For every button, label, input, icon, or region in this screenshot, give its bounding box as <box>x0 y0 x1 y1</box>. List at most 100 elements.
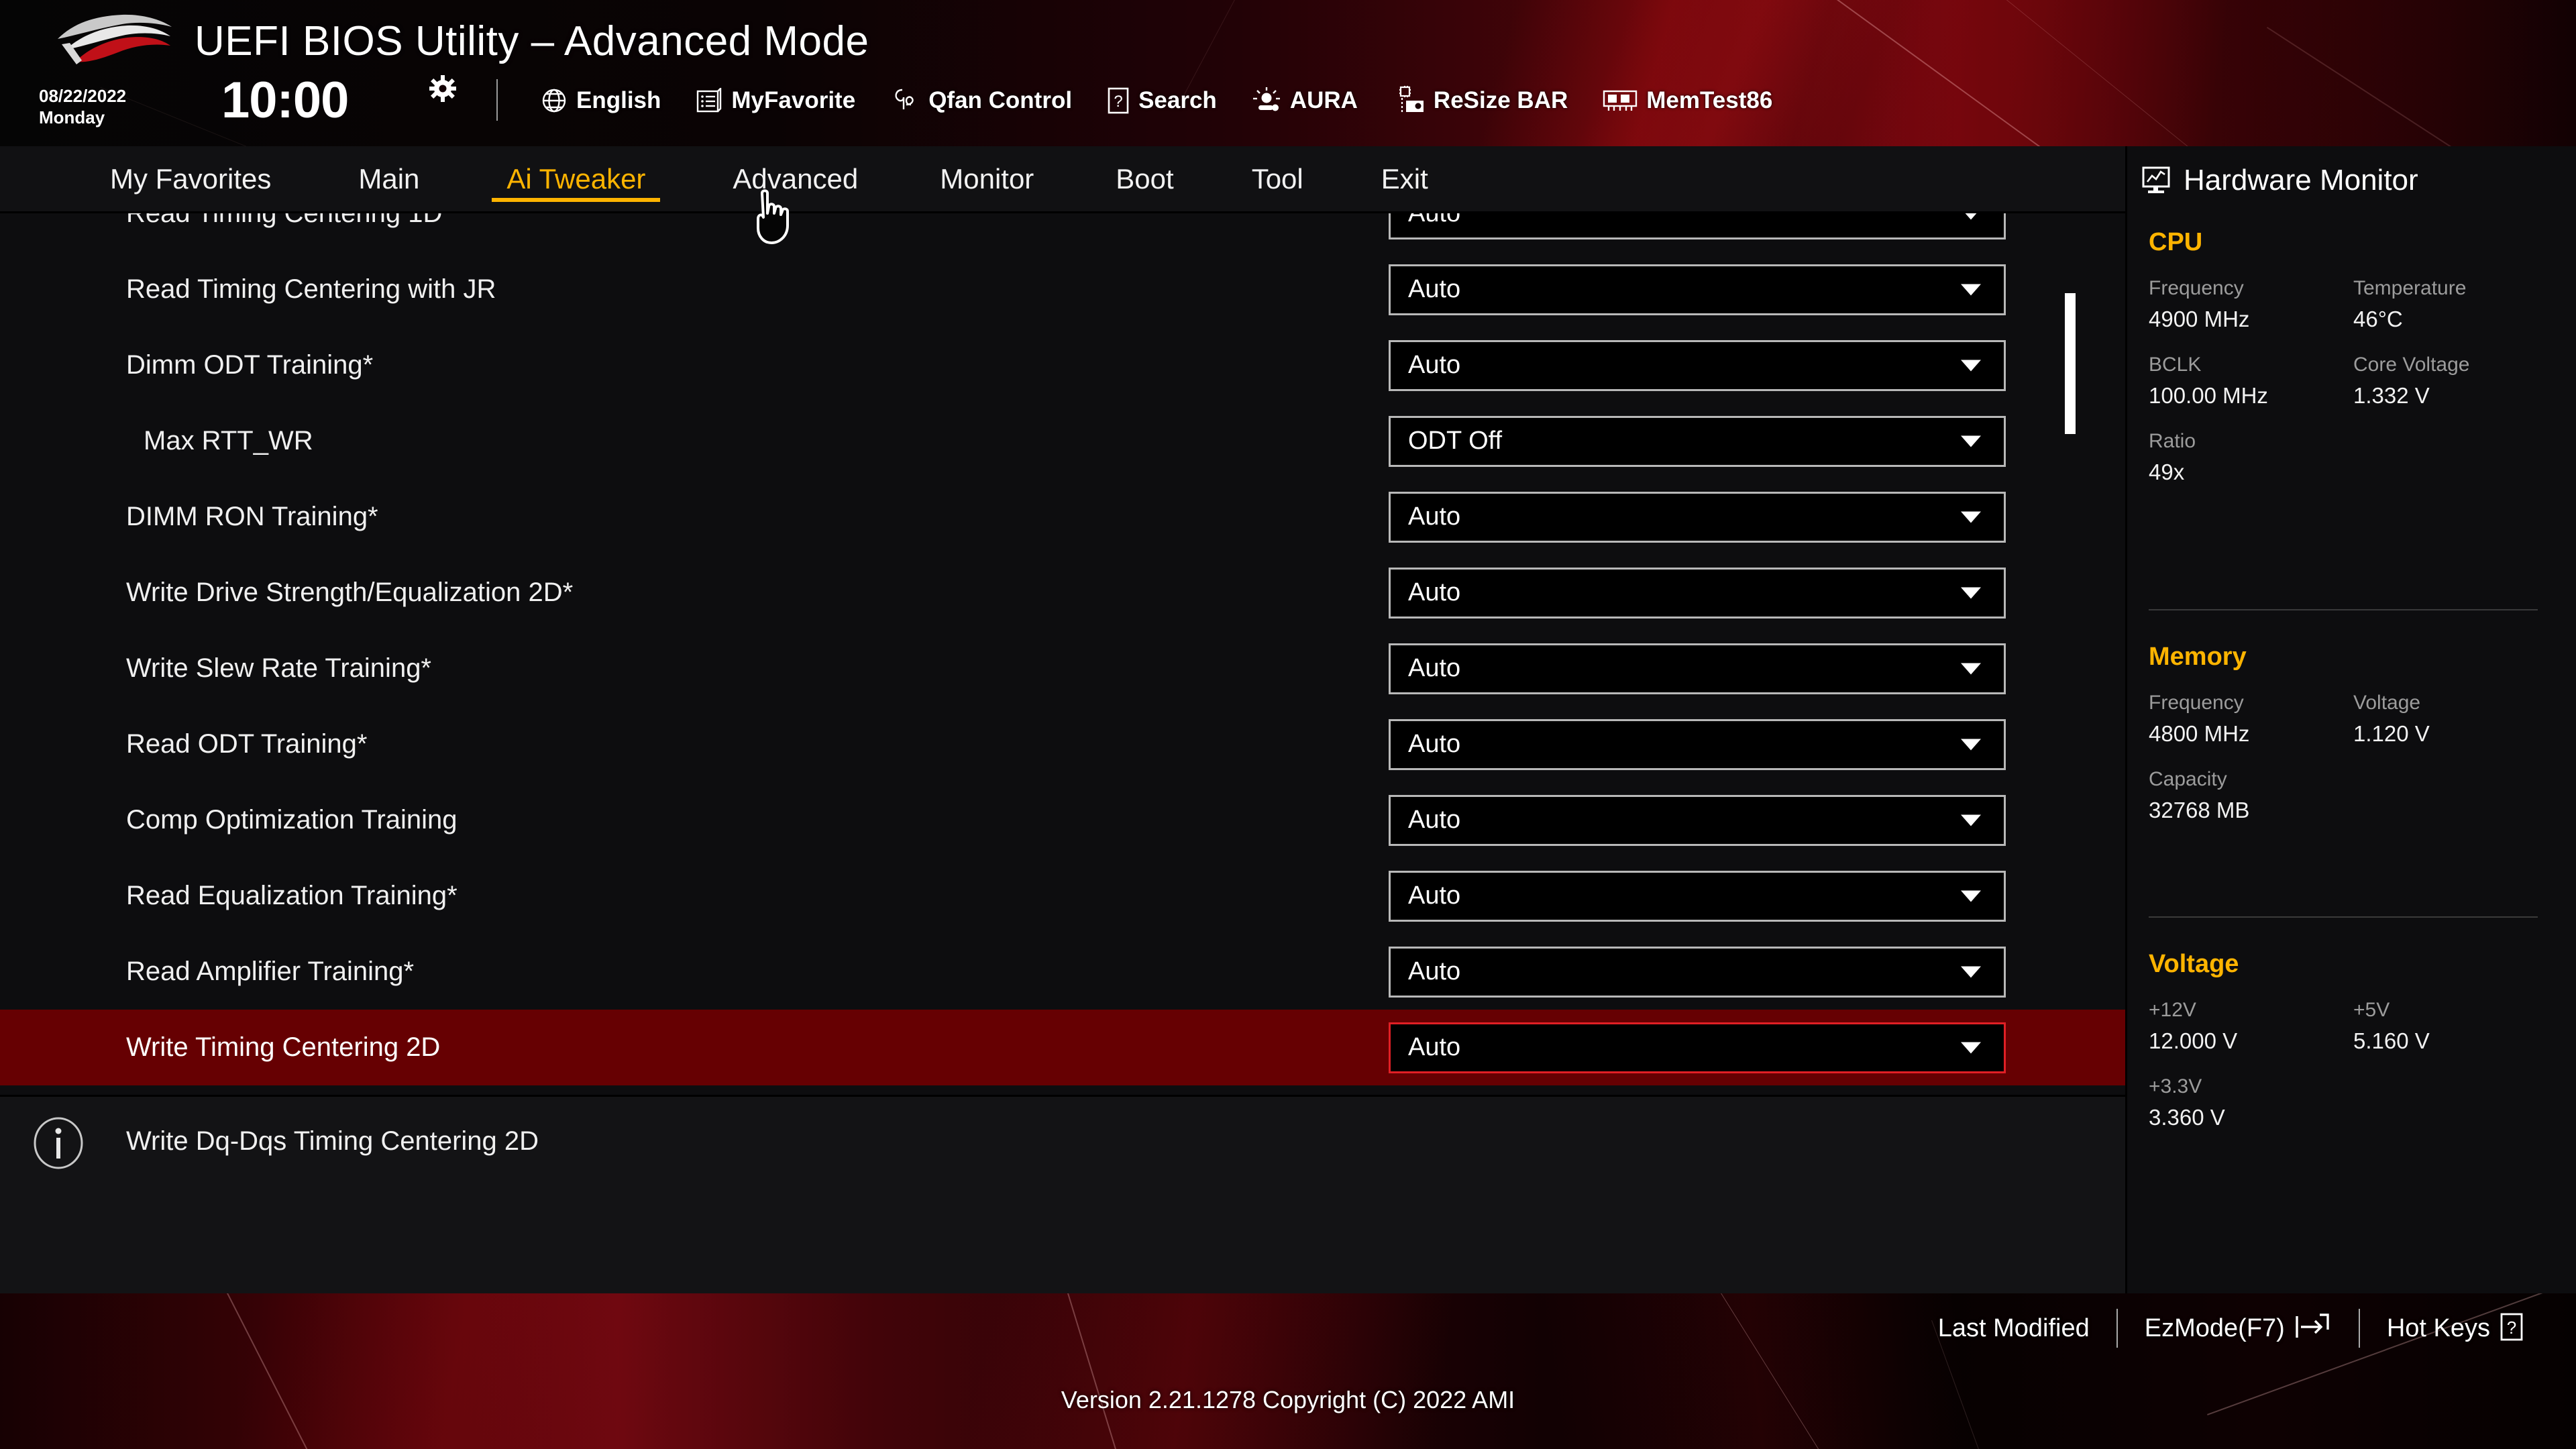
hot-keys-button[interactable]: Hot Keys ? <box>2360 1312 2551 1345</box>
setting-dropdown[interactable]: Auto <box>1389 491 2006 543</box>
hw-stat-key: Capacity <box>2149 768 2227 790</box>
hw-stat-key: Ratio <box>2149 430 2196 452</box>
search-button[interactable]: ? Search <box>1089 80 1234 121</box>
hw-section-memory: Memory Frequency 4800 MHz Voltage 1.120 … <box>2149 643 2558 845</box>
svg-text:?: ? <box>1114 93 1122 111</box>
hw-section-title: CPU <box>2149 228 2203 256</box>
favorites-list-icon <box>696 88 722 113</box>
tab-boot[interactable]: Boot <box>1086 146 1203 213</box>
tab-exit[interactable]: Exit <box>1352 146 1458 213</box>
dropdown-value: Auto <box>1408 957 1461 985</box>
current-time: 10:00 <box>221 72 349 129</box>
setting-dropdown[interactable]: Auto <box>1389 794 2006 846</box>
table-row[interactable]: Read ODT Training* Auto <box>0 706 2125 782</box>
hardware-monitor-header: Hardware Monitor <box>2142 164 2418 197</box>
hw-stat-value: 4900 MHz <box>2149 307 2250 331</box>
myfavorite-button[interactable]: MyFavorite <box>678 80 873 121</box>
tab-monitor[interactable]: Monitor <box>910 146 1063 213</box>
dropdown-value: Auto <box>1408 1033 1461 1061</box>
info-circle-icon <box>34 1117 83 1169</box>
dropdown-value: Auto <box>1408 654 1461 682</box>
question-box-icon: ? <box>2500 1312 2524 1345</box>
hw-stat: Voltage 1.120 V <box>2353 692 2558 747</box>
rog-logo <box>58 14 172 64</box>
hardware-monitor-title: Hardware Monitor <box>2184 164 2418 197</box>
hw-stat: Capacity 32768 MB <box>2149 768 2558 823</box>
hw-stat: BCLK 100.00 MHz <box>2149 354 2353 409</box>
gpu-chip-icon <box>1393 86 1425 115</box>
footer-streak <box>1065 1293 1126 1449</box>
table-row-selected[interactable]: Write Timing Centering 2D Auto <box>0 1010 2125 1085</box>
gear-icon[interactable] <box>429 75 456 102</box>
last-modified-button[interactable]: Last Modified <box>1911 1314 2116 1343</box>
monitor-graph-icon <box>2142 166 2170 193</box>
setting-dropdown[interactable]: Auto <box>1389 339 2006 391</box>
hot-keys-label: Hot Keys <box>2386 1313 2490 1342</box>
setting-dropdown[interactable]: ODT Off <box>1389 415 2006 467</box>
table-row[interactable]: Comp Optimization Training Auto <box>0 782 2125 858</box>
setting-label: Comp Optimization Training <box>126 805 458 835</box>
date-display: 08/22/2022 Monday <box>39 86 126 128</box>
resize-bar-button[interactable]: ReSize BAR <box>1375 80 1585 121</box>
aura-light-icon <box>1252 87 1281 115</box>
table-row[interactable]: Dimm ODT Training* Auto <box>0 327 2125 403</box>
hw-stat-key: +5V <box>2353 999 2390 1021</box>
table-row[interactable]: Write Drive Strength/Equalization 2D* Au… <box>0 555 2125 631</box>
footer-streak <box>220 1293 350 1449</box>
setting-dropdown[interactable]: Auto <box>1389 264 2006 315</box>
hw-stat-key: Frequency <box>2149 277 2244 299</box>
setting-dropdown[interactable]: Auto <box>1389 643 2006 694</box>
help-info-text: Write Dq-Dqs Timing Centering 2D <box>126 1126 539 1156</box>
table-row[interactable]: Write Slew Rate Training* Auto <box>0 631 2125 706</box>
hw-stat-key: +3.3V <box>2149 1075 2202 1097</box>
tab-advanced[interactable]: Advanced <box>703 146 888 213</box>
chevron-down-icon <box>1961 511 1981 523</box>
setting-label: Read ODT Training* <box>126 729 368 759</box>
setting-dropdown[interactable]: Auto <box>1389 870 2006 922</box>
memtest86-button[interactable]: MemTest86 <box>1585 80 1790 121</box>
myfavorite-label: MyFavorite <box>731 87 856 113</box>
table-row[interactable]: Read Timing Centering with JR Auto <box>0 252 2125 327</box>
hw-stat: Temperature 46°C <box>2353 277 2558 332</box>
language-button[interactable]: English <box>523 80 678 121</box>
tab-main[interactable]: Main <box>329 146 449 213</box>
setting-label: Write Slew Rate Training* <box>126 653 431 683</box>
globe-icon <box>541 87 568 114</box>
table-row[interactable]: Read Timing Centering 1D Auto <box>0 213 2125 252</box>
aura-button[interactable]: AURA <box>1234 80 1375 121</box>
tab-my-favorites[interactable]: My Favorites <box>80 146 301 213</box>
hw-stat: +3.3V 3.360 V <box>2149 1075 2558 1130</box>
question-box-icon: ? <box>1107 87 1130 115</box>
hw-section-voltage: Voltage +12V 12.000 V +5V 5.160 V +3.3V … <box>2149 950 2558 1152</box>
dropdown-value: Auto <box>1408 275 1461 303</box>
tab-tool[interactable]: Tool <box>1222 146 1333 213</box>
setting-dropdown[interactable]: Auto <box>1389 213 2006 239</box>
table-row[interactable]: Read Equalization Training* Auto <box>0 858 2125 934</box>
chevron-down-icon <box>1961 890 1981 902</box>
help-info-panel: Write Dq-Dqs Timing Centering 2D <box>0 1095 2125 1293</box>
setting-label: DIMM RON Training* <box>126 502 378 531</box>
setting-dropdown[interactable]: Auto <box>1389 718 2006 770</box>
hw-divider <box>2149 916 2538 918</box>
current-date: 08/22/2022 <box>39 86 127 106</box>
qfan-control-button[interactable]: Qfan Control <box>873 80 1089 121</box>
table-row[interactable]: Read Amplifier Training* Auto <box>0 934 2125 1010</box>
svg-text:?: ? <box>2507 1318 2516 1338</box>
setting-dropdown[interactable]: Auto <box>1389 567 2006 619</box>
setting-dropdown[interactable]: Auto <box>1389 946 2006 998</box>
header-toolbar: English MyFavorite Qfan Control ? Search… <box>523 79 1790 122</box>
table-row[interactable]: Max RTT_WR ODT Off <box>0 403 2125 479</box>
hw-stat-value: 5.160 V <box>2353 1028 2430 1053</box>
tab-ai-tweaker[interactable]: Ai Tweaker <box>477 146 675 213</box>
chevron-down-icon <box>1961 739 1981 750</box>
ezmode-button[interactable]: EzMode(F7) <box>2118 1312 2359 1345</box>
chevron-down-icon <box>1961 435 1981 447</box>
dropdown-value: Auto <box>1408 730 1461 758</box>
table-row[interactable]: DIMM RON Training* Auto <box>0 479 2125 555</box>
header-divider <box>496 79 498 121</box>
setting-label: Read Equalization Training* <box>126 881 458 910</box>
setting-dropdown[interactable]: Auto <box>1389 1022 2006 1073</box>
hw-stat-key: Frequency <box>2149 692 2244 714</box>
scrollbar-thumb[interactable] <box>2065 293 2076 434</box>
qfan-control-label: Qfan Control <box>928 87 1073 113</box>
